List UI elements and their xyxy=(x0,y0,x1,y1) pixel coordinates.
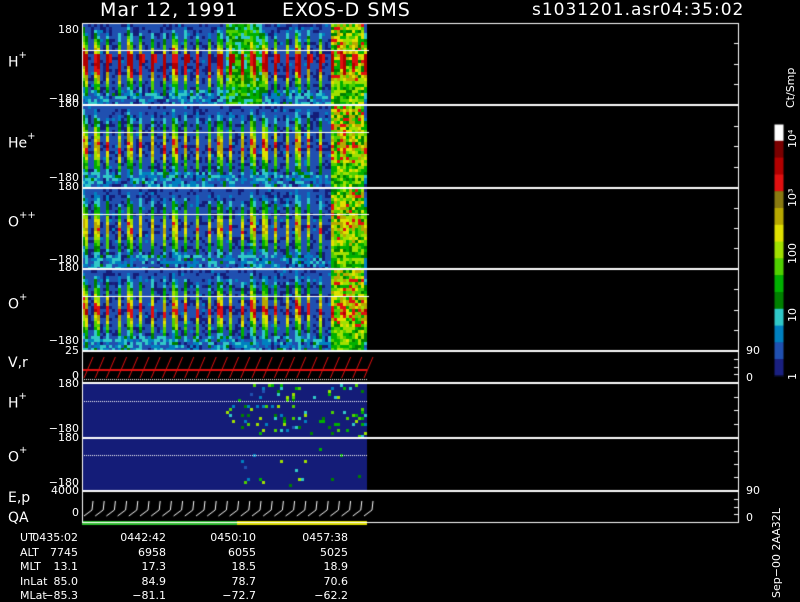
footer-cell: −85.3 xyxy=(44,589,78,602)
panel-label: H+ xyxy=(8,50,27,71)
footer-cell: 5025 xyxy=(320,545,348,559)
panel-label: V,r xyxy=(8,355,28,371)
y-tick-top: 180 xyxy=(58,23,79,36)
footer-cell: −62.2 xyxy=(314,589,348,602)
colorbar-tick: 10³ xyxy=(786,188,799,207)
right-tick-top: 90 xyxy=(746,344,760,357)
right-tick-bottom: 0 xyxy=(746,371,753,384)
footer-cell: 6958 xyxy=(138,545,166,559)
colorbar-tick: 1 xyxy=(786,373,799,380)
colorbar-tick: 100 xyxy=(786,243,799,264)
y-tick-top: 180 xyxy=(58,261,79,274)
panel-label: He+ xyxy=(8,131,36,152)
footer-cell: 13.1 xyxy=(53,560,79,573)
colorbar-tick: 10 xyxy=(786,308,799,322)
plot-file: s1031201.asr xyxy=(532,0,661,20)
plot-date: Mar 12, 1991 xyxy=(100,0,239,21)
qa-label: QA xyxy=(8,510,29,526)
y-tick-top: 180 xyxy=(58,97,79,110)
footer-row-label: ALT xyxy=(20,545,39,559)
footer-cell: 78.7 xyxy=(231,574,257,588)
footer-cell: 6055 xyxy=(228,545,256,559)
right-tick-bottom: 0 xyxy=(746,511,753,524)
panel-label: E,p xyxy=(8,490,31,506)
y-tick-top: 180 xyxy=(58,431,79,444)
footer-cell: 84.9 xyxy=(141,574,167,588)
colorbar-unit: Ct/Smp xyxy=(784,67,797,108)
y-tick-top: 25 xyxy=(65,344,79,357)
y-tick-top: 4000 xyxy=(51,484,79,497)
footer-row-label: InLat xyxy=(20,574,48,588)
y-tick-top: 180 xyxy=(58,377,79,390)
footer-cell: −72.7 xyxy=(222,589,256,602)
y-tick-bottom: 0 xyxy=(72,506,79,519)
plot-mission: EXOS-D SMS xyxy=(282,0,411,21)
footer-cell: 7745 xyxy=(50,545,78,559)
spectrogram-canvas xyxy=(0,0,800,600)
footer-cell: 0442:42 xyxy=(120,531,166,544)
footer-cell: 18.9 xyxy=(323,560,349,573)
footer-cell: 70.6 xyxy=(323,574,349,588)
footer-row-label: MLT xyxy=(20,560,41,573)
footer-row-label: MLat xyxy=(20,589,47,602)
footer-cell: 85.0 xyxy=(53,574,79,588)
colorbar-tick: 10⁴ xyxy=(786,129,799,148)
plot-time: 04:35:02 xyxy=(660,0,745,20)
footer-cell: 0435:02 xyxy=(32,531,78,544)
panel-label: O+ xyxy=(8,292,28,313)
footer-cell: 0450:10 xyxy=(210,531,256,544)
footer-cell: −81.1 xyxy=(132,589,166,602)
footer-cell: 0457:38 xyxy=(302,531,348,544)
panel-label: H+ xyxy=(8,391,27,412)
side-stamp: Sep−00 2AA32L xyxy=(770,508,783,598)
y-tick-top: 180 xyxy=(58,180,79,193)
footer-cell: 17.3 xyxy=(141,560,167,573)
right-tick-top: 90 xyxy=(746,484,760,497)
panel-label: O++ xyxy=(8,210,36,231)
footer-cell: 18.5 xyxy=(231,560,257,573)
panel-label: O+ xyxy=(8,445,28,466)
